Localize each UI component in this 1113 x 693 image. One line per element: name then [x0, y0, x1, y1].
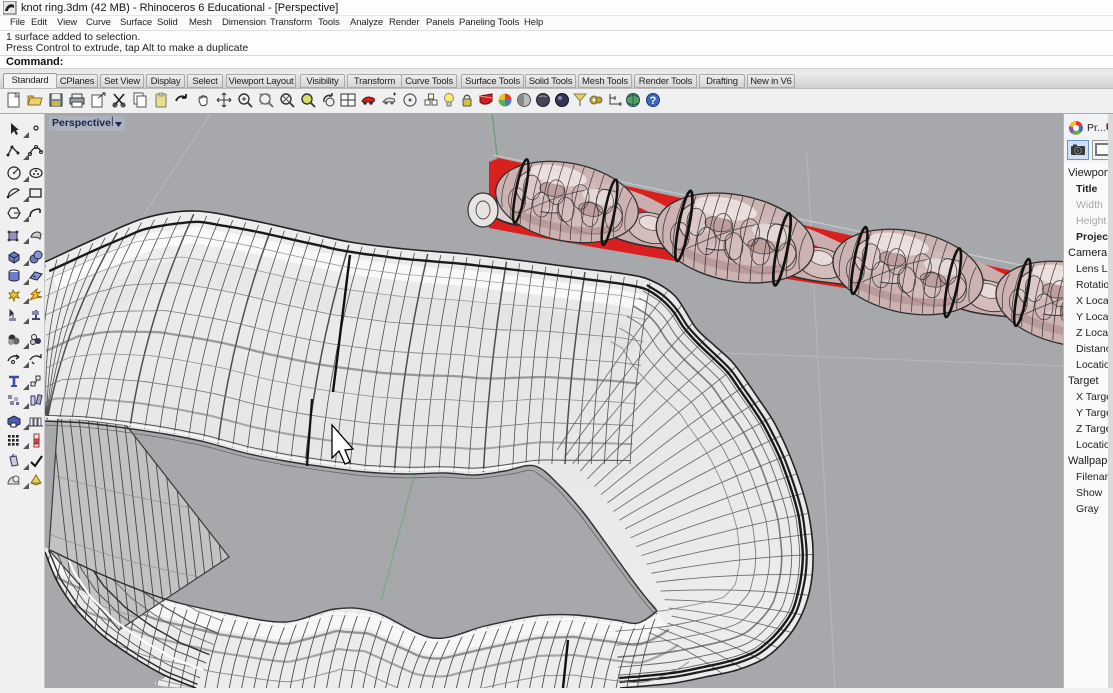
- svg-text:?: ?: [650, 95, 657, 107]
